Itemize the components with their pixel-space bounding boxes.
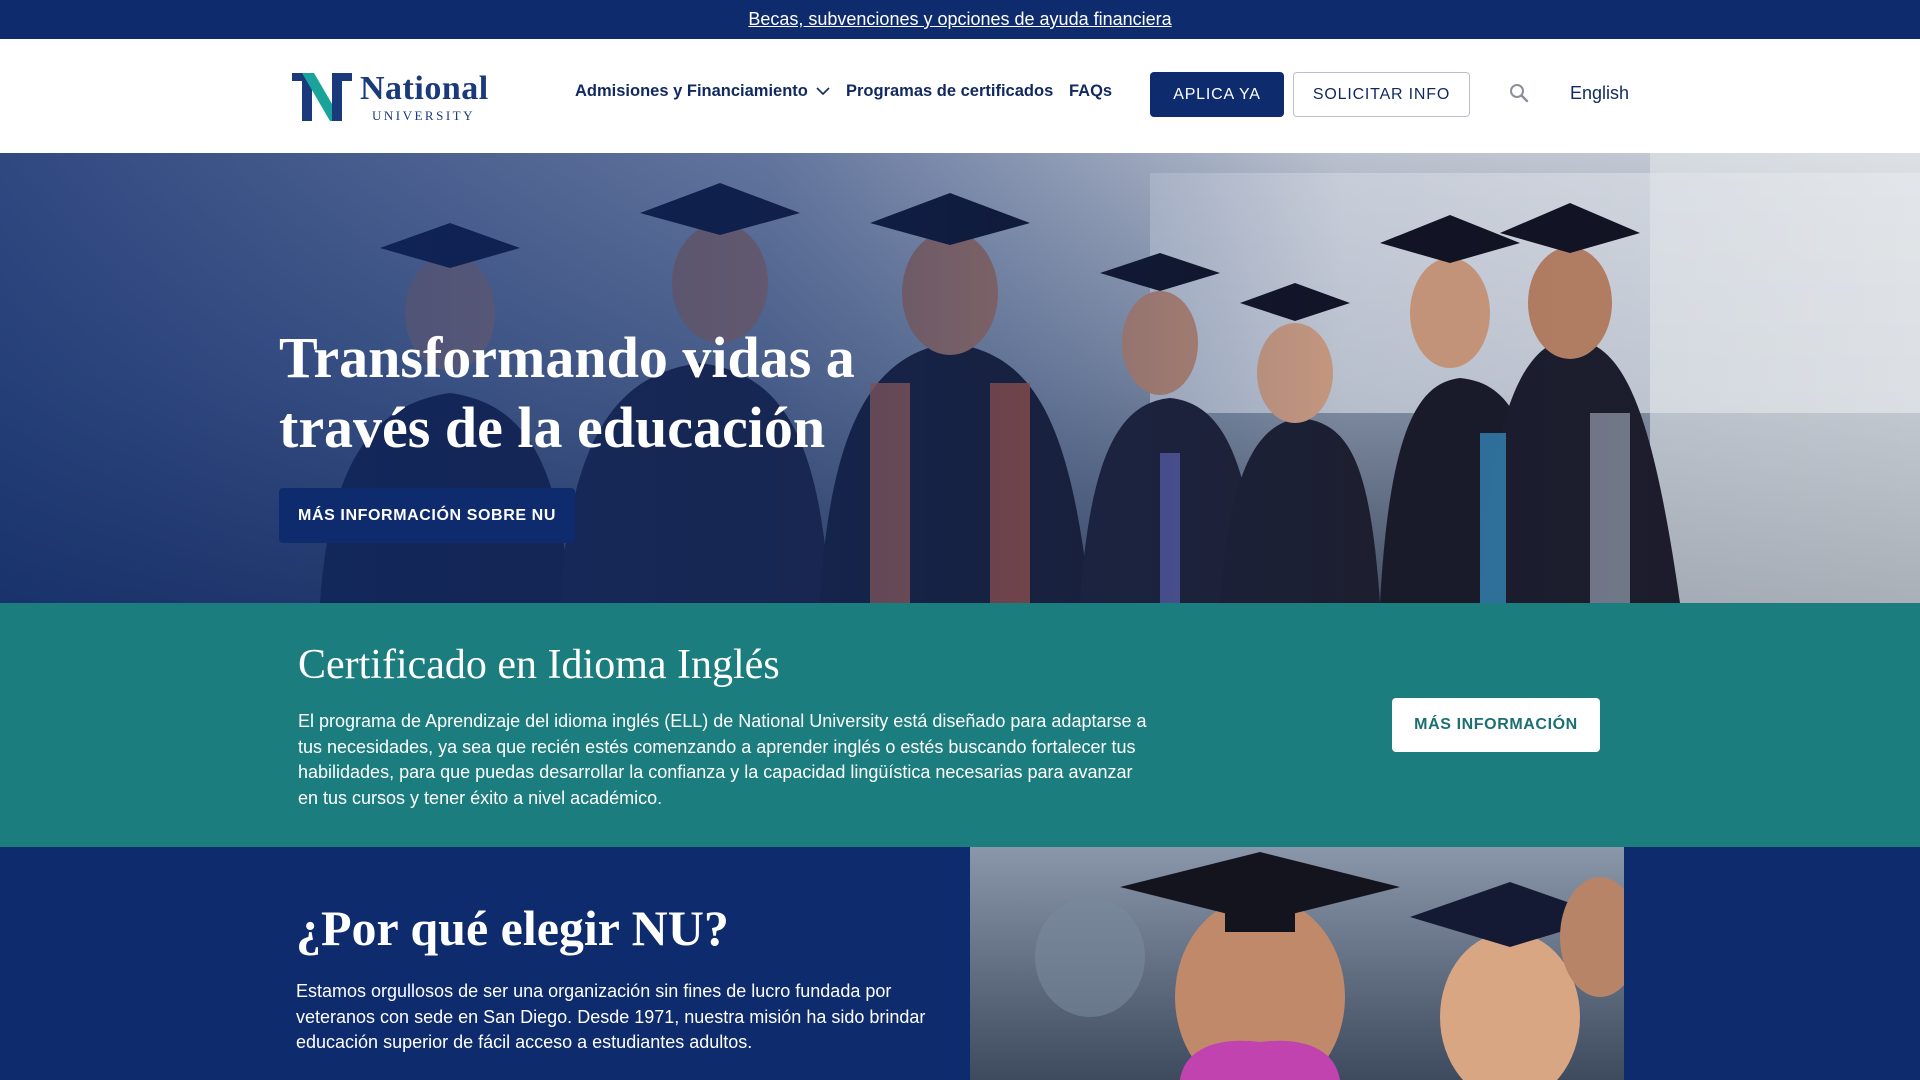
why-nu-title: ¿Por qué elegir NU? bbox=[296, 900, 729, 956]
graduate-photo bbox=[970, 847, 1624, 1080]
chevron-down-icon bbox=[816, 87, 830, 96]
nav-programas[interactable]: Programas de certificados bbox=[846, 82, 1053, 101]
top-banner: Becas, subvenciones y opciones de ayuda … bbox=[0, 0, 1920, 39]
learn-more-nu-button[interactable]: MÁS INFORMACIÓN SOBRE NU bbox=[279, 488, 575, 543]
hero-title: Transformando vidas a través de la educa… bbox=[279, 325, 855, 460]
financial-aid-link[interactable]: Becas, subvenciones y opciones de ayuda … bbox=[748, 9, 1171, 30]
logo-subtitle: UNIVERSITY bbox=[372, 108, 475, 123]
search-icon[interactable] bbox=[1508, 82, 1530, 104]
why-nu-section: ¿Por qué elegir NU? Estamos orgullosos d… bbox=[0, 847, 1920, 1080]
why-nu-description: Estamos orgullosos de ser una organizaci… bbox=[296, 981, 926, 1052]
certificate-description: El programa de Aprendizaje del idioma in… bbox=[298, 711, 1147, 808]
certificate-more-info-button[interactable]: MÁS INFORMACIÓN bbox=[1392, 698, 1600, 752]
apply-button[interactable]: APLICA YA bbox=[1150, 72, 1284, 117]
national-university-logo[interactable]: National UNIVERSITY bbox=[290, 72, 502, 122]
nav-admisiones[interactable]: Admisiones y Financiamiento bbox=[575, 82, 830, 101]
nav-programas-label: Programas de certificados bbox=[846, 82, 1054, 100]
language-toggle-link[interactable]: English bbox=[1570, 83, 1629, 104]
logo-n-mark-icon bbox=[292, 73, 352, 121]
nav-admisiones-label: Admisiones y Financiamiento bbox=[575, 82, 808, 100]
nav-faqs[interactable]: FAQs bbox=[1069, 82, 1112, 101]
graduate-photo-image bbox=[970, 847, 1624, 1080]
certificate-section: Certificado en Idioma Inglés El programa… bbox=[0, 603, 1920, 847]
nav-faqs-label: FAQs bbox=[1069, 82, 1113, 100]
hero-section: Transformando vidas a través de la educa… bbox=[0, 153, 1920, 603]
logo-name: National bbox=[360, 70, 489, 107]
certificate-title: Certificado en Idioma Inglés bbox=[298, 642, 780, 688]
request-info-button[interactable]: SOLICITAR INFO bbox=[1293, 72, 1470, 117]
